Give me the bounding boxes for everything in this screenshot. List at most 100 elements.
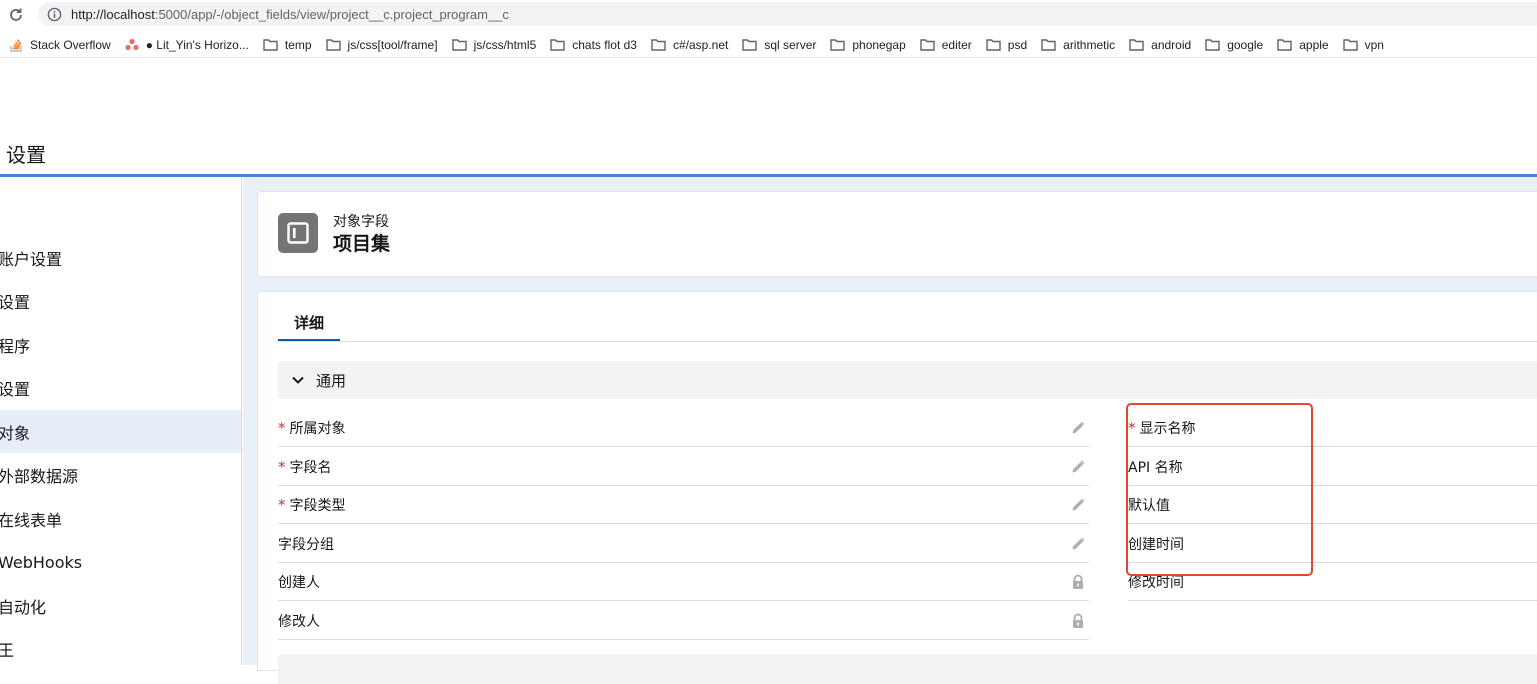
folder-icon [263, 38, 285, 51]
bookmark-item[interactable]: arithmetic [1041, 38, 1115, 52]
field-row: * 字段名 [278, 448, 1089, 486]
bookmark-item[interactable]: android [1129, 38, 1191, 52]
folder-icon [451, 38, 474, 51]
bookmark-label: ● Lit_Yin's Horizo... [145, 37, 249, 52]
bookmark-label: chats flot d3 [572, 37, 637, 52]
pencil-icon[interactable] [1069, 458, 1087, 476]
required-marker: * [278, 457, 286, 476]
bookmark-label: editer [941, 37, 972, 52]
url-text: http://localhost:5000/app/-/object_field… [71, 6, 509, 22]
chevron-down-icon [290, 372, 306, 388]
bookmark-label: apple [1299, 37, 1329, 52]
sidebar-item-label: WebHooks [0, 552, 83, 572]
browser-url-bar: http://localhost:5000/app/-/object_field… [0, 0, 1537, 30]
lock-icon [1069, 573, 1087, 591]
sidebar-item[interactable]: 自动化 [0, 584, 241, 627]
bookmark-item[interactable]: ● Lit_Yin's Horizo... [125, 38, 249, 52]
bookmark-item[interactable]: js/css[tool/frame] [325, 38, 438, 52]
bookmark-item[interactable]: phonegap [830, 37, 906, 52]
folder-icon [1277, 38, 1299, 51]
section-label: 通用 [316, 371, 347, 390]
bookmark-item[interactable]: editer [920, 38, 972, 52]
sidebar-item[interactable]: 王 [0, 628, 241, 671]
field-label: 创建人 [278, 574, 320, 591]
main-content: 对象字段 项目集 详细 通用 * 所属对象 * 字段名 * 字段类型 字段分组 创建人 修改人 … [243, 177, 1537, 684]
field-row: * 字段类型 [278, 486, 1089, 524]
field-label: 字段名 [289, 459, 332, 476]
sidebar-item[interactable]: 账户设置 [0, 236, 241, 279]
info-icon[interactable] [46, 6, 62, 22]
asana-icon [125, 38, 146, 51]
field-row: * 所属对象 [278, 409, 1089, 447]
folder-icon [651, 38, 673, 51]
bookmark-item[interactable]: temp [263, 38, 312, 52]
sidebar-item[interactable]: 程序 [0, 323, 241, 366]
sidebar-item-label: 设置 [0, 380, 31, 399]
sidebar-item-label: 设置 [0, 293, 31, 312]
bookmark-item[interactable]: c#/asp.net [651, 38, 728, 52]
folder-icon [986, 38, 1008, 51]
bookmark-label: vpn [1364, 37, 1384, 52]
sidebar-item[interactable]: 在线表单 [0, 497, 241, 540]
bookmark-item[interactable]: apple [1277, 37, 1329, 52]
bookmark-item[interactable]: psd [986, 38, 1027, 52]
bookmark-label: sql server [764, 37, 817, 52]
folder-icon [1041, 38, 1063, 51]
field-label: 字段类型 [289, 497, 346, 514]
section-general-header[interactable]: 通用 [278, 361, 1537, 399]
required-marker: * [278, 495, 286, 514]
field-label: 所属对象 [289, 420, 346, 437]
bookmark-label: psd [1007, 37, 1028, 52]
bookmark-item[interactable]: sql server [742, 38, 816, 52]
reload-icon[interactable] [6, 5, 26, 25]
required-marker: * [278, 418, 286, 437]
bookmark-item[interactable]: js/css/html5 [451, 37, 537, 52]
bookmark-label: android [1151, 37, 1192, 52]
bookmark-label: arithmetic [1063, 37, 1116, 52]
bookmark-label: google [1227, 37, 1264, 52]
sidebar-item-label: 自动化 [0, 597, 47, 617]
sidebar: 账户设置 设置 程序 设置 对象 外部数据源 在线表单 WebHooks 自动化王 [0, 177, 242, 665]
bookmark-label: temp [284, 37, 312, 52]
bookmark-label: phonegap [852, 37, 906, 52]
pencil-icon[interactable] [1069, 419, 1087, 437]
sidebar-item[interactable]: 设置 [0, 280, 241, 323]
bookmarks-bar: Stack Overflow ● Lit_Yin's Horizo... temp j… [0, 32, 1537, 58]
bookmark-item[interactable]: vpn [1342, 37, 1384, 52]
address-field[interactable]: http://localhost:5000/app/-/object_field… [38, 2, 1537, 26]
section-next-header[interactable] [278, 654, 1537, 684]
bookmark-item[interactable]: Stack Overflow [9, 37, 111, 52]
pencil-icon[interactable] [1069, 535, 1087, 553]
field-label: 修改人 [278, 613, 320, 630]
bookmark-item[interactable]: chats flot d3 [550, 38, 637, 52]
object-field-icon [278, 213, 318, 253]
folder-icon [742, 38, 764, 51]
tab-divider [278, 341, 1537, 342]
bookmark-item[interactable]: google [1205, 38, 1263, 52]
sidebar-item[interactable]: WebHooks [0, 541, 241, 584]
sidebar-item-label: 程序 [0, 336, 31, 356]
sidebar-item[interactable]: 对象 [0, 410, 241, 453]
folder-icon [1342, 38, 1365, 51]
folder-icon [1205, 38, 1227, 51]
bookmark-label: Stack Overflow [30, 37, 111, 52]
annotation-highlight-box [1126, 403, 1313, 576]
sidebar-item-label: 在线表单 [0, 510, 63, 530]
pencil-icon[interactable] [1069, 496, 1087, 514]
page-subtitle: 对象字段 [333, 214, 389, 230]
sidebar-item-label: 对象 [0, 423, 31, 443]
folder-icon [1129, 38, 1151, 51]
bookmark-label: js/css/html5 [473, 37, 537, 52]
field-row: 修改人 [278, 602, 1089, 640]
sidebar-item-label: 王 [0, 641, 15, 660]
bookmark-label: c#/asp.net [672, 37, 729, 52]
folder-icon [920, 38, 942, 51]
field-row: 创建人 [278, 563, 1089, 601]
sidebar-item[interactable]: 外部数据源 [0, 454, 241, 497]
page-title: 项目集 [333, 233, 391, 255]
sidebar-item-label: 外部数据源 [0, 467, 79, 486]
tab-detail[interactable]: 详细 [278, 306, 340, 342]
folder-icon [830, 38, 852, 51]
lock-icon [1069, 612, 1087, 630]
sidebar-item[interactable]: 设置 [0, 367, 241, 410]
